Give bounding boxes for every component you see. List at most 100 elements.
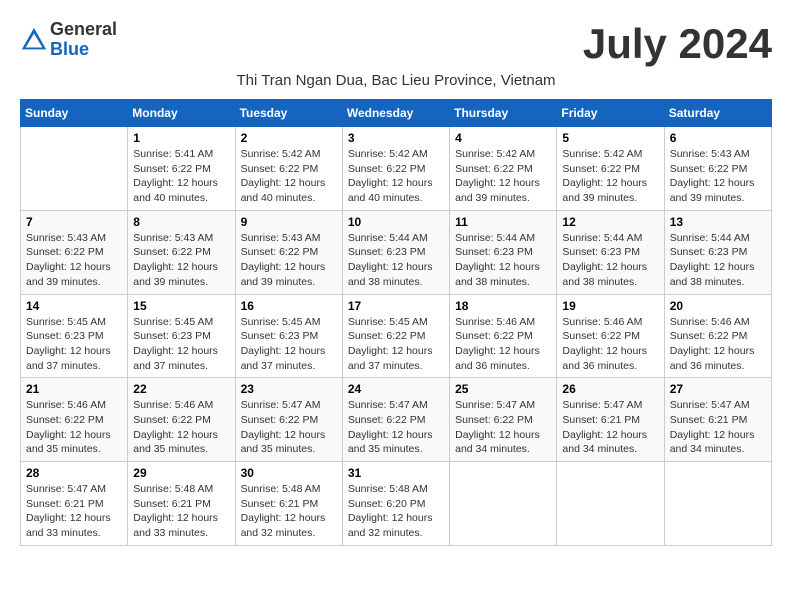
calendar-week-row: 1Sunrise: 5:41 AMSunset: 6:22 PMDaylight… bbox=[21, 127, 772, 211]
weekday-header: Friday bbox=[557, 100, 664, 127]
day-info: Sunrise: 5:44 AMSunset: 6:23 PMDaylight:… bbox=[670, 231, 766, 290]
day-number: 7 bbox=[26, 215, 122, 229]
weekday-header: Saturday bbox=[664, 100, 771, 127]
page-header: General Blue July 2024 bbox=[20, 20, 772, 68]
weekday-header: Tuesday bbox=[235, 100, 342, 127]
calendar-cell: 17Sunrise: 5:45 AMSunset: 6:22 PMDayligh… bbox=[342, 294, 449, 378]
day-number: 11 bbox=[455, 215, 551, 229]
day-number: 19 bbox=[562, 299, 658, 313]
day-info: Sunrise: 5:42 AMSunset: 6:22 PMDaylight:… bbox=[455, 147, 551, 206]
month-title: July 2024 bbox=[583, 20, 772, 68]
day-info: Sunrise: 5:43 AMSunset: 6:22 PMDaylight:… bbox=[133, 231, 229, 290]
day-number: 26 bbox=[562, 382, 658, 396]
logo-general: General bbox=[50, 19, 117, 39]
day-number: 29 bbox=[133, 466, 229, 480]
calendar-cell bbox=[21, 127, 128, 211]
calendar-cell bbox=[557, 462, 664, 546]
day-info: Sunrise: 5:46 AMSunset: 6:22 PMDaylight:… bbox=[670, 315, 766, 374]
calendar-cell: 6 Sunrise: 5:43 AMSunset: 6:22 PMDaylight… bbox=[664, 127, 771, 211]
calendar-cell: 14 Sunrise: 5:45 AMSunset: 6:23 PMDayligh… bbox=[21, 294, 128, 378]
calendar-table: SundayMondayTuesdayWednesdayThursdayFrid… bbox=[20, 99, 772, 546]
day-number: 14 bbox=[26, 299, 122, 313]
day-number: 27 bbox=[670, 382, 766, 396]
day-number: 15 bbox=[133, 299, 229, 313]
calendar-cell: 5 Sunrise: 5:42 AMSunset: 6:22 PMDaylight… bbox=[557, 127, 664, 211]
calendar-cell bbox=[664, 462, 771, 546]
day-info: Sunrise: 5:43 AMSunset: 6:22 PMDaylight:… bbox=[670, 147, 766, 206]
calendar-cell: 15 Sunrise: 5:45 AMSunset: 6:23 PMDayligh… bbox=[128, 294, 235, 378]
day-info: Sunrise: 5:46 AMSunset: 6:22 PMDaylight:… bbox=[562, 315, 658, 374]
calendar-cell: 1Sunrise: 5:41 AMSunset: 6:22 PMDaylight… bbox=[128, 127, 235, 211]
day-number: 31 bbox=[348, 466, 444, 480]
weekday-header-row: SundayMondayTuesdayWednesdayThursdayFrid… bbox=[21, 100, 772, 127]
day-info: Sunrise: 5:46 AMSunset: 6:22 PMDaylight:… bbox=[455, 315, 551, 374]
calendar-cell: 21Sunrise: 5:46 AMSunset: 6:22 PMDayligh… bbox=[21, 378, 128, 462]
day-number: 9 bbox=[241, 215, 337, 229]
calendar-cell: 2Sunrise: 5:42 AMSunset: 6:22 PMDaylight… bbox=[235, 127, 342, 211]
day-info: Sunrise: 5:48 AMSunset: 6:21 PMDaylight:… bbox=[133, 482, 229, 541]
day-info: Sunrise: 5:42 AMSunset: 6:22 PMDaylight:… bbox=[348, 147, 444, 206]
day-info: Sunrise: 5:42 AMSunset: 6:22 PMDaylight:… bbox=[241, 147, 337, 206]
day-number: 18 bbox=[455, 299, 551, 313]
calendar-cell: 8Sunrise: 5:43 AMSunset: 6:22 PMDaylight… bbox=[128, 210, 235, 294]
logo-blue: Blue bbox=[50, 39, 89, 59]
day-number: 13 bbox=[670, 215, 766, 229]
calendar-cell: 24 Sunrise: 5:47 AMSunset: 6:22 PMDayligh… bbox=[342, 378, 449, 462]
day-info: Sunrise: 5:45 AMSunset: 6:23 PMDaylight:… bbox=[26, 315, 122, 374]
day-info: Sunrise: 5:44 AMSunset: 6:23 PMDaylight:… bbox=[455, 231, 551, 290]
day-number: 21 bbox=[26, 382, 122, 396]
weekday-header: Wednesday bbox=[342, 100, 449, 127]
day-info: Sunrise: 5:47 AMSunset: 6:21 PMDaylight:… bbox=[670, 398, 766, 457]
calendar-week-row: 28 Sunrise: 5:47 AMSunset: 6:21 PMDayligh… bbox=[21, 462, 772, 546]
day-info: Sunrise: 5:47 AMSunset: 6:22 PMDaylight:… bbox=[241, 398, 337, 457]
subtitle: Thi Tran Ngan Dua, Bac Lieu Province, Vi… bbox=[20, 72, 772, 89]
day-info: Sunrise: 5:47 AMSunset: 6:21 PMDaylight:… bbox=[562, 398, 658, 457]
day-number: 25 bbox=[455, 382, 551, 396]
calendar-cell: 28 Sunrise: 5:47 AMSunset: 6:21 PMDayligh… bbox=[21, 462, 128, 546]
calendar-cell: 9Sunrise: 5:43 AMSunset: 6:22 PMDaylight… bbox=[235, 210, 342, 294]
calendar-cell: 7Sunrise: 5:43 AMSunset: 6:22 PMDaylight… bbox=[21, 210, 128, 294]
calendar-cell: 22 Sunrise: 5:46 AMSunset: 6:22 PMDayligh… bbox=[128, 378, 235, 462]
calendar-cell: 4 Sunrise: 5:42 AMSunset: 6:22 PMDaylight… bbox=[450, 127, 557, 211]
day-info: Sunrise: 5:48 AMSunset: 6:20 PMDaylight:… bbox=[348, 482, 444, 541]
calendar-cell: 20 Sunrise: 5:46 AMSunset: 6:22 PMDayligh… bbox=[664, 294, 771, 378]
day-info: Sunrise: 5:45 AMSunset: 6:23 PMDaylight:… bbox=[133, 315, 229, 374]
day-info: Sunrise: 5:47 AMSunset: 6:22 PMDaylight:… bbox=[348, 398, 444, 457]
day-info: Sunrise: 5:47 AMSunset: 6:22 PMDaylight:… bbox=[455, 398, 551, 457]
day-info: Sunrise: 5:46 AMSunset: 6:22 PMDaylight:… bbox=[133, 398, 229, 457]
weekday-header: Sunday bbox=[21, 100, 128, 127]
day-number: 22 bbox=[133, 382, 229, 396]
weekday-header: Monday bbox=[128, 100, 235, 127]
calendar-cell: 3 Sunrise: 5:42 AMSunset: 6:22 PMDaylight… bbox=[342, 127, 449, 211]
calendar-cell: 31 Sunrise: 5:48 AMSunset: 6:20 PMDayligh… bbox=[342, 462, 449, 546]
calendar-cell: 11 Sunrise: 5:44 AMSunset: 6:23 PMDayligh… bbox=[450, 210, 557, 294]
day-info: Sunrise: 5:48 AMSunset: 6:21 PMDaylight:… bbox=[241, 482, 337, 541]
day-number: 20 bbox=[670, 299, 766, 313]
day-number: 23 bbox=[241, 382, 337, 396]
day-number: 17 bbox=[348, 299, 444, 313]
calendar-week-row: 14 Sunrise: 5:45 AMSunset: 6:23 PMDayligh… bbox=[21, 294, 772, 378]
calendar-cell: 13 Sunrise: 5:44 AMSunset: 6:23 PMDayligh… bbox=[664, 210, 771, 294]
logo: General Blue bbox=[20, 20, 117, 60]
day-number: 24 bbox=[348, 382, 444, 396]
day-info: Sunrise: 5:45 AMSunset: 6:23 PMDaylight:… bbox=[241, 315, 337, 374]
day-number: 4 bbox=[455, 131, 551, 145]
weekday-header: Thursday bbox=[450, 100, 557, 127]
calendar-cell: 26 Sunrise: 5:47 AMSunset: 6:21 PMDayligh… bbox=[557, 378, 664, 462]
calendar-cell: 30 Sunrise: 5:48 AMSunset: 6:21 PMDayligh… bbox=[235, 462, 342, 546]
day-number: 5 bbox=[562, 131, 658, 145]
day-number: 30 bbox=[241, 466, 337, 480]
calendar-week-row: 7 Sunrise: 5:43 AMSunset: 6:22 PMDaylight… bbox=[21, 210, 772, 294]
day-number: 3 bbox=[348, 131, 444, 145]
calendar-cell: 27 Sunrise: 5:47 AMSunset: 6:21 PMDayligh… bbox=[664, 378, 771, 462]
day-number: 28 bbox=[26, 466, 122, 480]
calendar-cell: 18 Sunrise: 5:46 AMSunset: 6:22 PMDayligh… bbox=[450, 294, 557, 378]
day-info: Sunrise: 5:47 AMSunset: 6:21 PMDaylight:… bbox=[26, 482, 122, 541]
day-number: 6 bbox=[670, 131, 766, 145]
day-number: 10 bbox=[348, 215, 444, 229]
calendar-cell: 23 Sunrise: 5:47 AMSunset: 6:22 PMDayligh… bbox=[235, 378, 342, 462]
day-number: 12 bbox=[562, 215, 658, 229]
day-info: Sunrise: 5:44 AMSunset: 6:23 PMDaylight:… bbox=[562, 231, 658, 290]
calendar-cell: 25 Sunrise: 5:47 AMSunset: 6:22 PMDayligh… bbox=[450, 378, 557, 462]
day-info: Sunrise: 5:42 AMSunset: 6:22 PMDaylight:… bbox=[562, 147, 658, 206]
